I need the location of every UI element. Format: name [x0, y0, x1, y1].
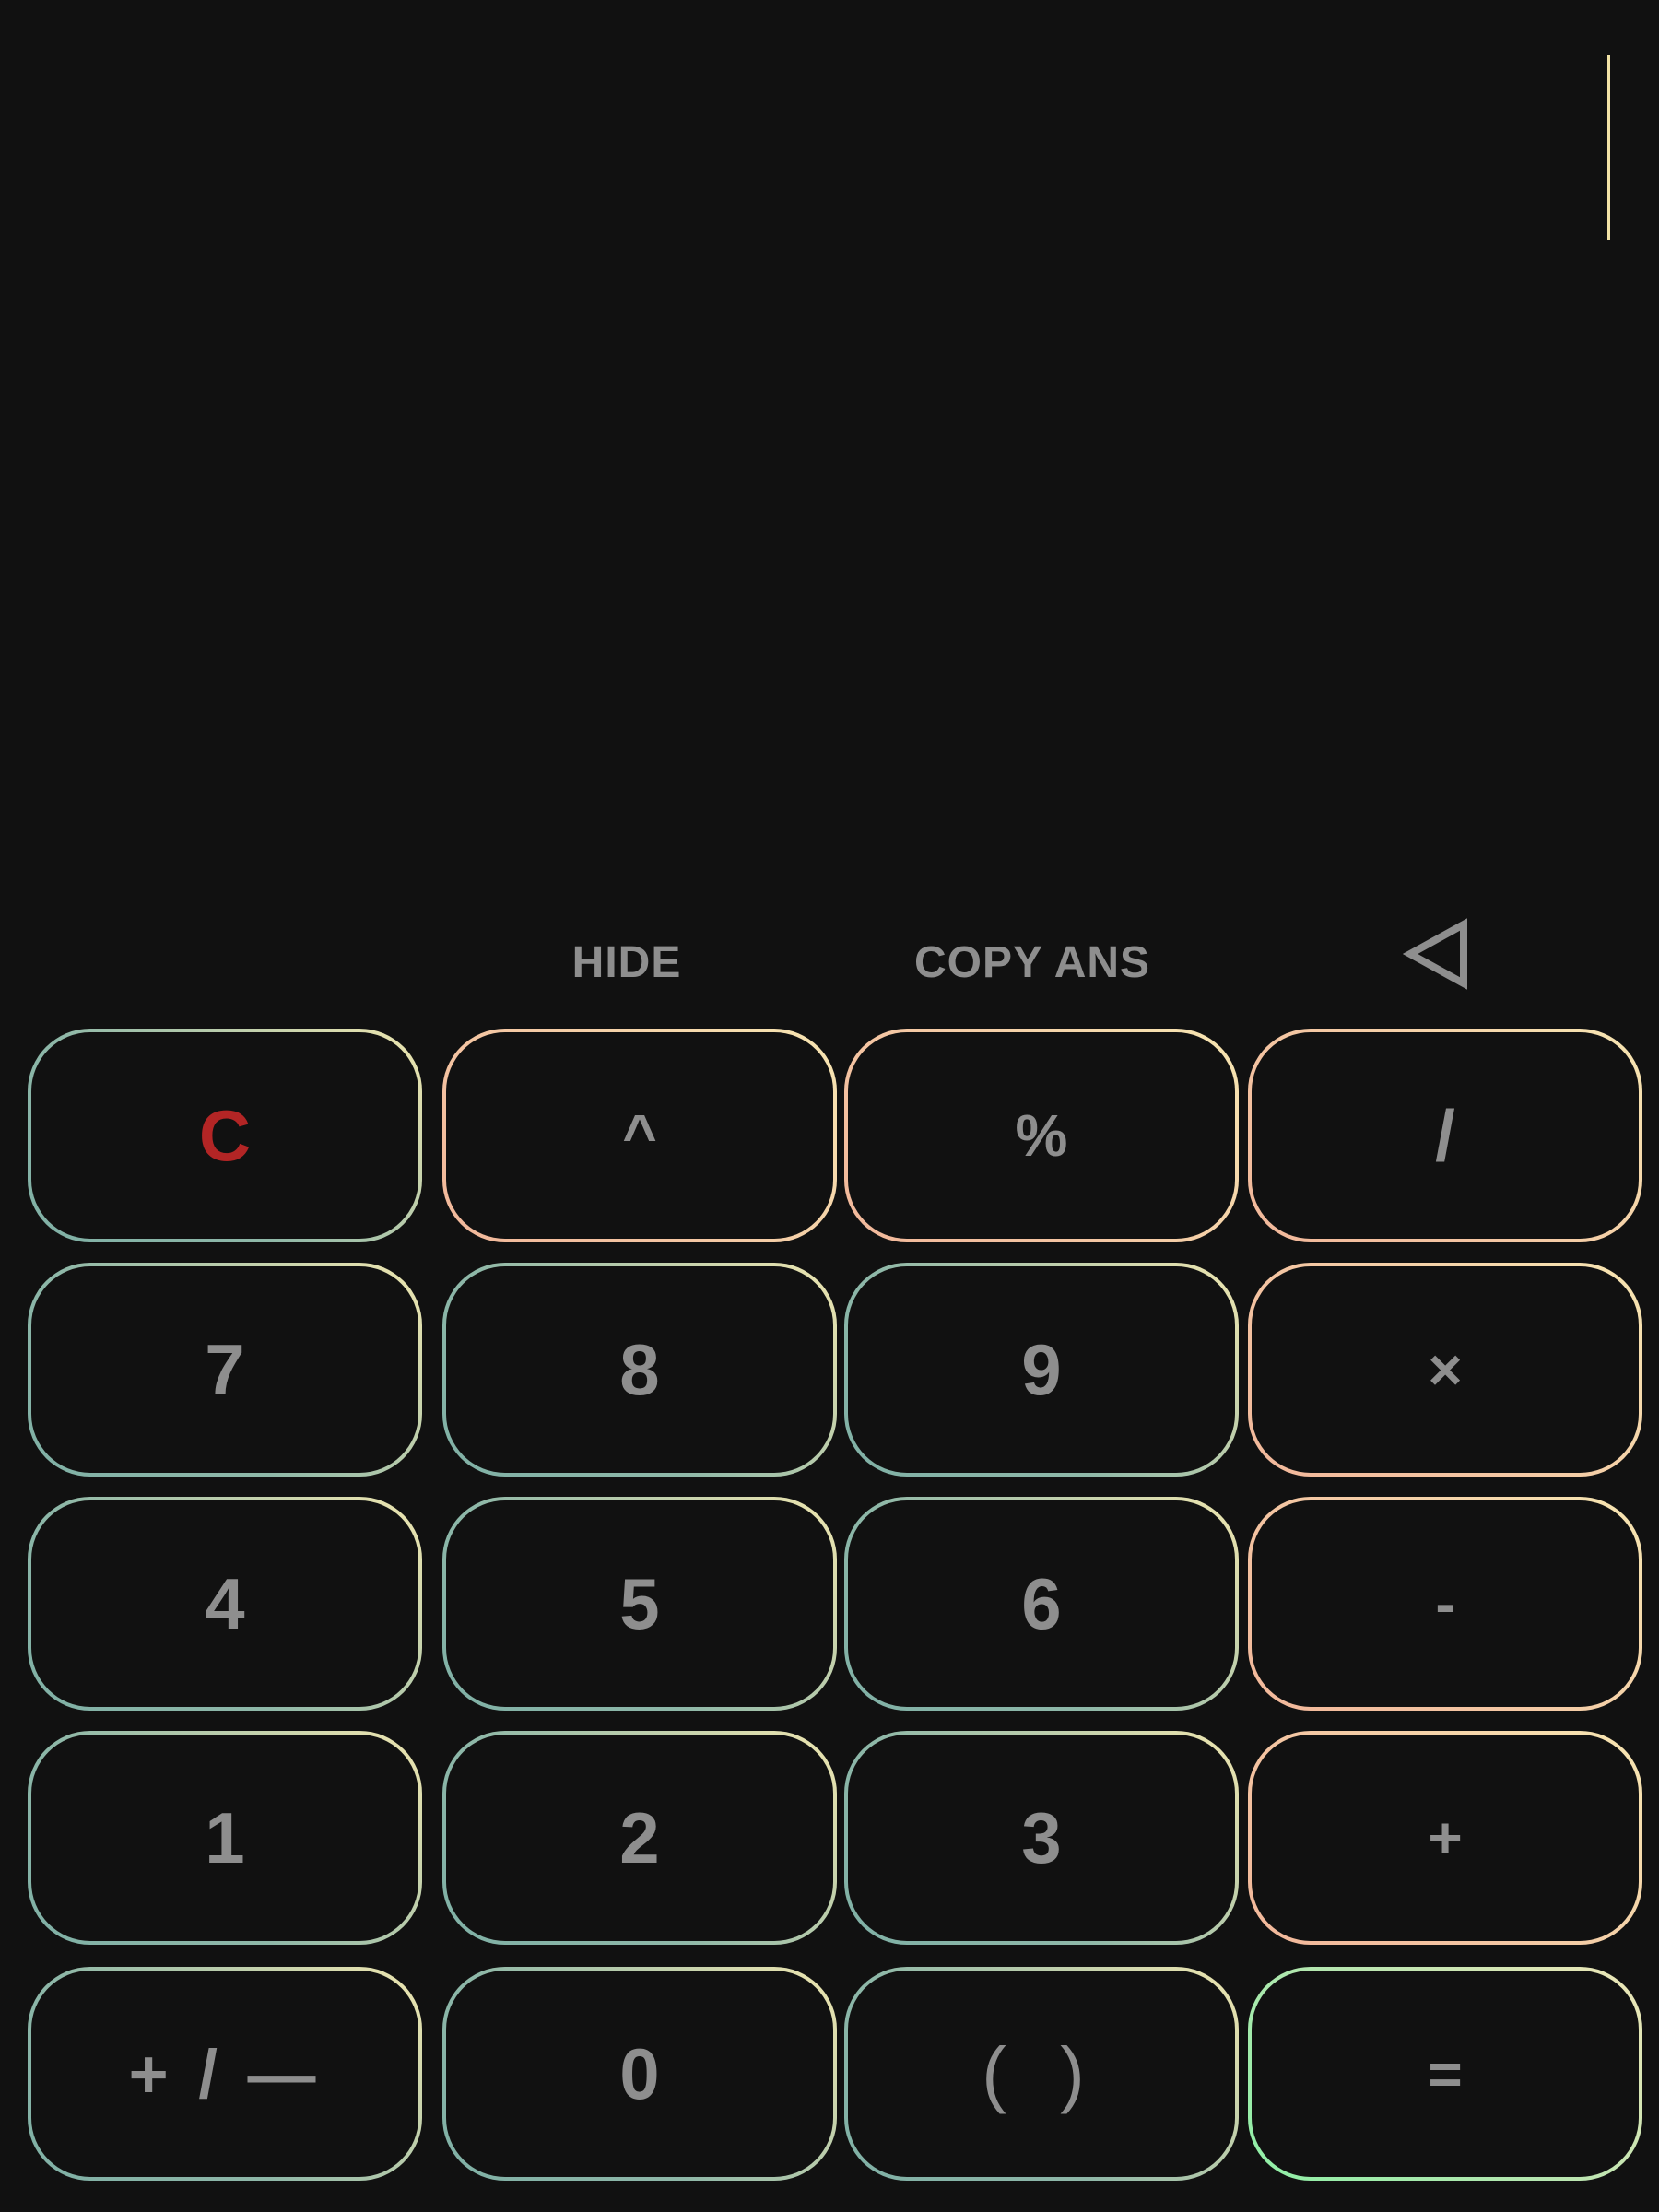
digit-4-button[interactable]: 4: [28, 1497, 422, 1711]
digit-9-label: 9: [1021, 1328, 1062, 1410]
digit-2-label: 2: [619, 1796, 660, 1878]
digit-9-button[interactable]: 9: [844, 1263, 1239, 1477]
equals-button-label: =: [1428, 2041, 1463, 2107]
digit-2-button[interactable]: 2: [442, 1731, 837, 1945]
plus-minus-button[interactable]: + / —: [28, 1967, 422, 2181]
digit-5-button[interactable]: 5: [442, 1497, 837, 1711]
digit-3-button[interactable]: 3: [844, 1731, 1239, 1945]
plus-minus-button-label: + / —: [128, 2035, 322, 2112]
digit-8-label: 8: [619, 1328, 660, 1410]
clear-button-label: C: [198, 1094, 252, 1176]
keypad: C ^ % / 7 8 9 × 4 5 6 - 1 2 3 + + / — 0 …: [0, 0, 1659, 2212]
digit-8-button[interactable]: 8: [442, 1263, 837, 1477]
parentheses-button[interactable]: ( ): [844, 1967, 1239, 2181]
divide-button-label: /: [1435, 1094, 1455, 1176]
multiply-button-label: ×: [1428, 1336, 1463, 1403]
digit-0-button[interactable]: 0: [442, 1967, 837, 2181]
digit-7-label: 7: [205, 1328, 245, 1410]
power-button-label: ^: [622, 1102, 657, 1169]
digit-5-label: 5: [619, 1562, 660, 1644]
digit-7-button[interactable]: 7: [28, 1263, 422, 1477]
minus-button-label: -: [1435, 1571, 1455, 1637]
digit-6-button[interactable]: 6: [844, 1497, 1239, 1711]
clear-button[interactable]: C: [28, 1029, 422, 1242]
plus-button-label: +: [1428, 1805, 1463, 1871]
digit-6-label: 6: [1021, 1562, 1062, 1644]
digit-3-label: 3: [1021, 1796, 1062, 1878]
equals-button[interactable]: =: [1248, 1967, 1642, 2181]
divide-button[interactable]: /: [1248, 1029, 1642, 1242]
digit-4-label: 4: [205, 1562, 245, 1644]
plus-button[interactable]: +: [1248, 1731, 1642, 1945]
percent-button[interactable]: %: [844, 1029, 1239, 1242]
parentheses-button-label: ( ): [982, 2032, 1101, 2114]
digit-1-button[interactable]: 1: [28, 1731, 422, 1945]
percent-button-label: %: [1015, 1102, 1068, 1169]
power-button[interactable]: ^: [442, 1029, 837, 1242]
digit-1-label: 1: [205, 1796, 245, 1878]
minus-button[interactable]: -: [1248, 1497, 1642, 1711]
digit-0-label: 0: [619, 2032, 660, 2114]
multiply-button[interactable]: ×: [1248, 1263, 1642, 1477]
